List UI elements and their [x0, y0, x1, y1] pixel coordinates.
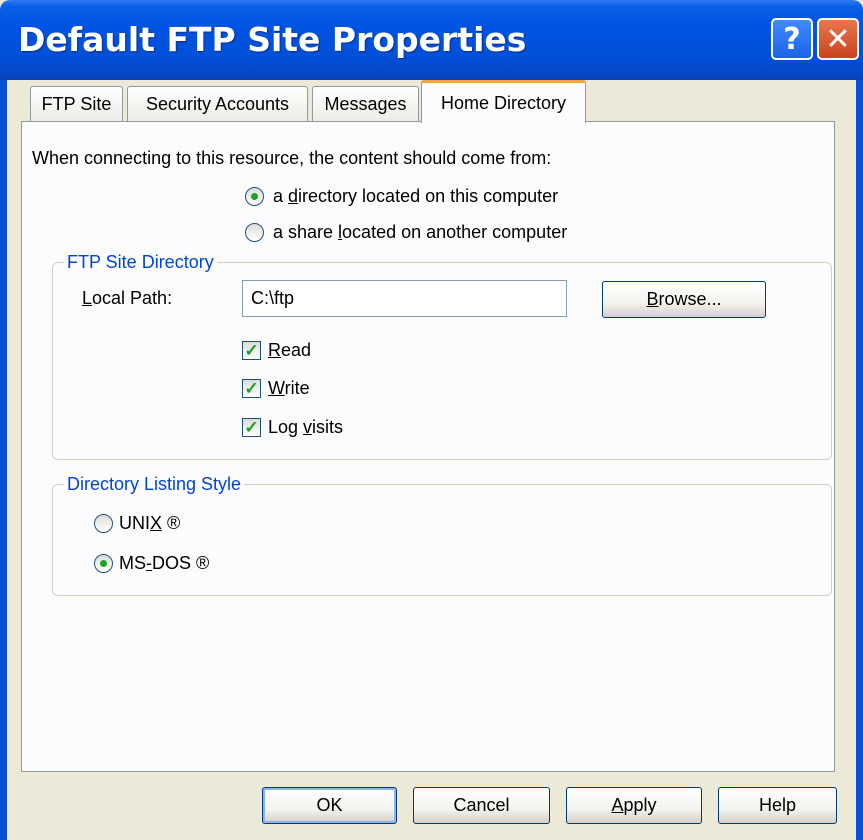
write-checkbox[interactable]: ✓: [242, 379, 261, 398]
cancel-button[interactable]: Cancel: [413, 787, 550, 824]
radio-local-directory[interactable]: [245, 187, 264, 206]
radio-network-share-label[interactable]: a share located on another computer: [273, 222, 567, 243]
local-path-input[interactable]: [242, 280, 567, 317]
help-icon[interactable]: ?: [771, 18, 813, 60]
radio-ms-dos[interactable]: [94, 554, 113, 573]
radio-ms-dos-label[interactable]: MS-DOS ®: [119, 553, 209, 574]
local-path-label: Local Path:: [82, 288, 173, 308]
directory-listing-style-legend: Directory Listing Style: [64, 474, 245, 495]
read-checkbox[interactable]: ✓: [242, 341, 261, 360]
tab-panel: When connecting to this resource, the co…: [21, 121, 835, 772]
properties-dialog: Default FTP Site Properties ? ✕ FTP Site…: [0, 0, 863, 840]
window-title: Default FTP Site Properties: [18, 20, 527, 59]
radio-unix[interactable]: [94, 514, 113, 533]
browse-button[interactable]: Browse...: [602, 281, 766, 318]
content-source-prompt: When connecting to this resource, the co…: [32, 148, 552, 168]
log-visits-label[interactable]: Log visits: [268, 417, 343, 438]
ftp-site-directory-legend: FTP Site Directory: [64, 252, 217, 273]
radio-unix-label[interactable]: UNIX ®: [119, 513, 180, 534]
tab-messages[interactable]: Messages: [312, 86, 419, 122]
tab-security-accounts[interactable]: Security Accounts: [127, 86, 308, 122]
title-bar[interactable]: Default FTP Site Properties ? ✕: [0, 0, 863, 80]
window-frame-right: [856, 80, 863, 840]
directory-listing-style-group: [52, 484, 832, 596]
read-label[interactable]: Read: [268, 340, 311, 361]
radio-local-directory-label[interactable]: a directory located on this computer: [273, 186, 558, 207]
apply-button[interactable]: Apply: [566, 787, 702, 824]
ok-button[interactable]: OK: [262, 787, 397, 824]
help-button[interactable]: Help: [718, 787, 837, 824]
window-frame-left: [0, 80, 7, 840]
close-icon[interactable]: ✕: [817, 18, 859, 60]
radio-network-share[interactable]: [245, 223, 264, 242]
tab-ftp-site[interactable]: FTP Site: [30, 86, 123, 122]
tab-home-directory[interactable]: Home Directory: [421, 80, 586, 123]
write-label[interactable]: Write: [268, 378, 310, 399]
log-visits-checkbox[interactable]: ✓: [242, 418, 261, 437]
